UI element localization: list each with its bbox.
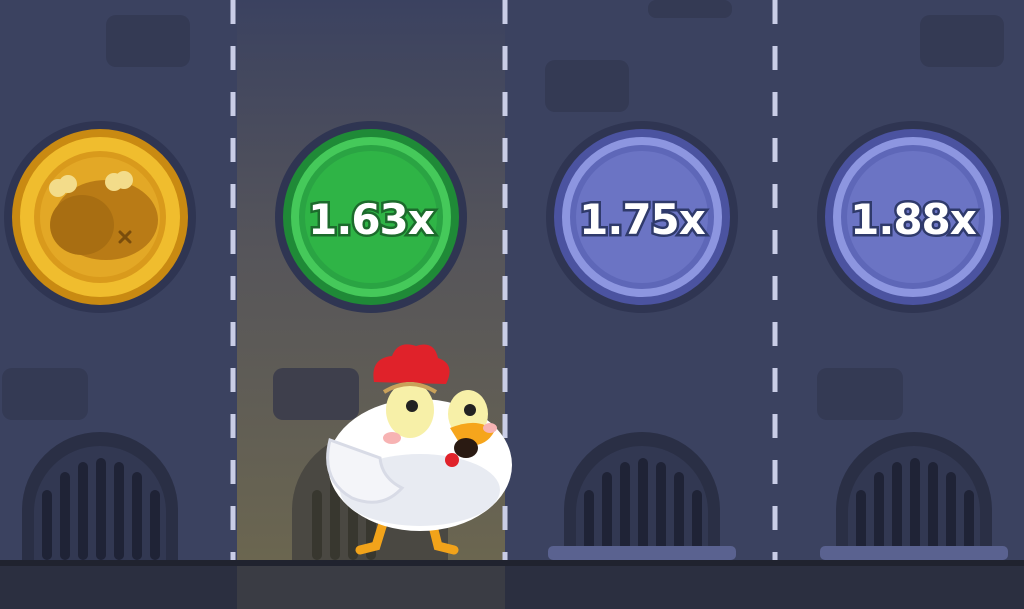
- multiplier-coin[interactable]: 1.88x: [817, 121, 1009, 313]
- game-scene: 1.63x 1.75x 1.88x: [0, 0, 1024, 609]
- multiplier-label: 1.75x: [579, 195, 706, 244]
- multiplier-coin[interactable]: 1.75x: [546, 121, 738, 313]
- multiplier-label: 1.88x: [850, 195, 977, 244]
- multiplier-coin-current[interactable]: 1.63x: [275, 121, 467, 313]
- crashed-coin: [4, 121, 196, 313]
- floor: [0, 560, 1024, 609]
- multiplier-label: 1.63x: [308, 195, 435, 244]
